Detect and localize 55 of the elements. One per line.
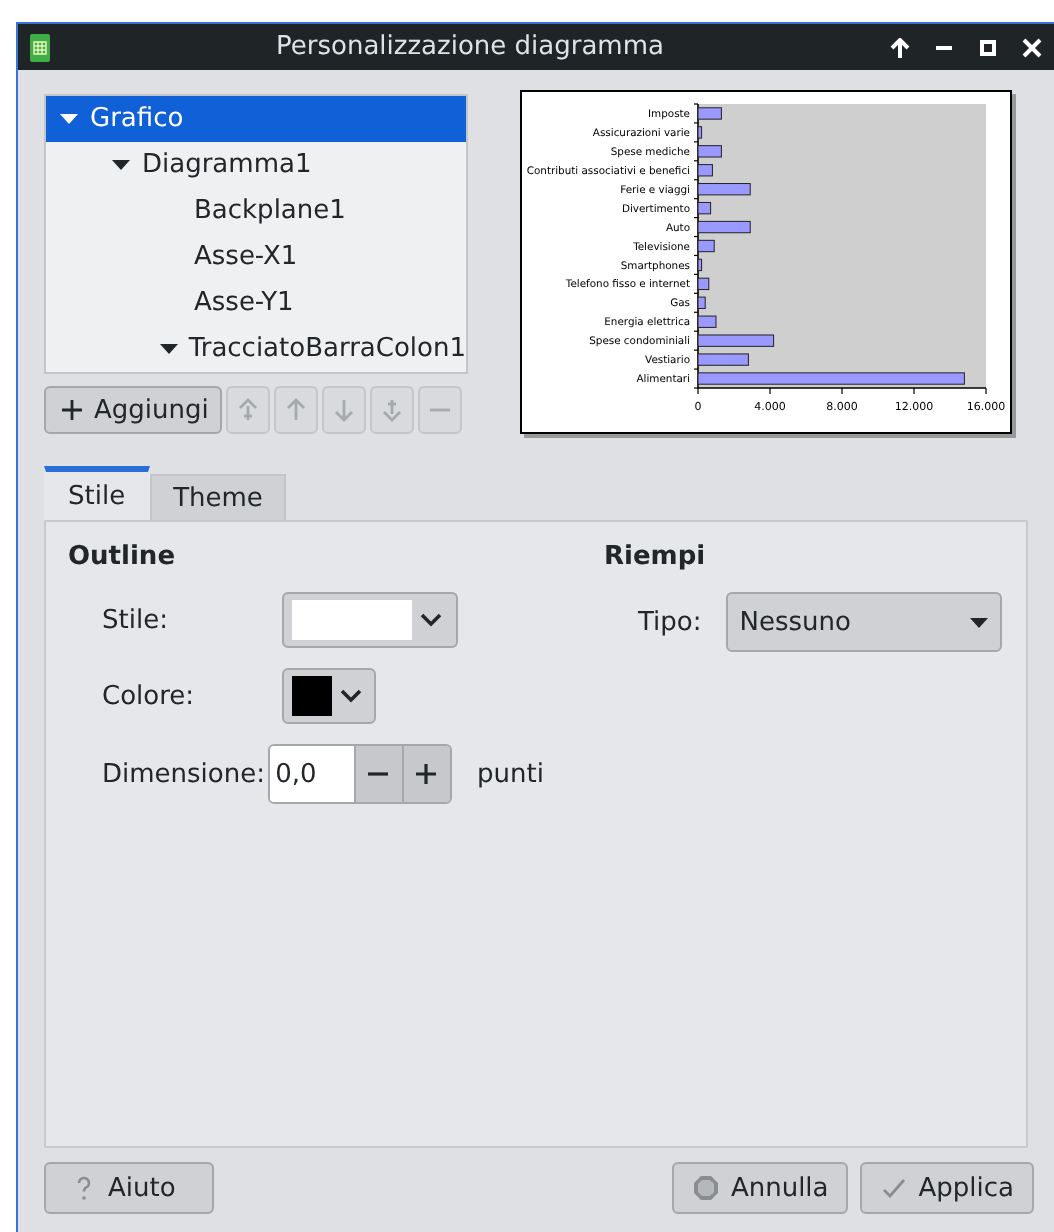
cancel-button[interactable]: Annulla bbox=[672, 1162, 849, 1214]
bar bbox=[697, 277, 710, 291]
color-picker[interactable] bbox=[282, 668, 376, 724]
bar bbox=[697, 296, 706, 309]
fill-type-dropdown[interactable]: Nessuno bbox=[725, 592, 1002, 652]
field-label: Colore: bbox=[100, 681, 197, 711]
section-heading: Outline bbox=[68, 542, 178, 572]
caret-down-icon[interactable] bbox=[59, 110, 77, 128]
tab[interactable]: Theme bbox=[149, 474, 287, 520]
maximize-icon[interactable] bbox=[978, 37, 998, 57]
chevron-down-icon bbox=[420, 612, 442, 628]
tree-item[interactable]: TracciatoBarraColon1 bbox=[46, 326, 466, 372]
window-title: Personalizzazione diagramma bbox=[274, 32, 666, 62]
tree-item[interactable]: Backplane1 bbox=[46, 188, 466, 234]
chevron-down-icon bbox=[340, 688, 362, 704]
close-icon[interactable] bbox=[1022, 37, 1042, 57]
bar bbox=[697, 315, 717, 328]
bar bbox=[697, 201, 712, 215]
help-button[interactable]: Aiuto bbox=[44, 1162, 214, 1214]
tree-item[interactable]: Asse-Y1 bbox=[46, 280, 466, 326]
bar bbox=[697, 107, 722, 120]
arrow-down-icon bbox=[378, 396, 407, 424]
check-icon bbox=[880, 1174, 909, 1202]
bar bbox=[697, 353, 749, 366]
spreadsheet-icon bbox=[30, 33, 50, 61]
caret-down-icon bbox=[969, 617, 988, 627]
bar bbox=[697, 334, 775, 347]
size-spinbox[interactable]: 0,0 bbox=[267, 744, 452, 804]
section-heading: Riempi bbox=[604, 542, 708, 572]
plus-icon bbox=[412, 760, 441, 788]
field-label: Tipo: bbox=[636, 607, 704, 637]
decrement-button[interactable] bbox=[353, 746, 402, 802]
keep-above-icon[interactable] bbox=[890, 37, 910, 57]
field-label: Stile: bbox=[100, 605, 170, 635]
bar bbox=[697, 183, 751, 196]
plus-icon bbox=[58, 396, 86, 424]
apply-button[interactable]: Applica bbox=[860, 1162, 1034, 1214]
bar bbox=[697, 126, 703, 139]
stop-icon bbox=[692, 1174, 721, 1202]
tab[interactable]: Stile bbox=[44, 466, 150, 520]
arrow-down-icon bbox=[330, 396, 359, 424]
add-button[interactable]: Aggiungi bbox=[44, 386, 223, 434]
bar bbox=[697, 145, 722, 158]
bar bbox=[697, 239, 715, 253]
tree-item[interactable]: Diagramma1 bbox=[46, 142, 466, 188]
caret-down-icon[interactable] bbox=[111, 156, 129, 174]
increment-button[interactable] bbox=[401, 746, 450, 802]
tree-item[interactable]: Asse-X1 bbox=[46, 234, 466, 280]
bar bbox=[697, 258, 703, 272]
bar bbox=[697, 164, 713, 177]
bar bbox=[697, 220, 751, 234]
caret-down-icon[interactable] bbox=[160, 340, 179, 358]
tree-item[interactable]: Grafico bbox=[46, 96, 466, 142]
unit-label: punti bbox=[477, 759, 544, 789]
field-label: Dimensione: bbox=[100, 759, 267, 789]
